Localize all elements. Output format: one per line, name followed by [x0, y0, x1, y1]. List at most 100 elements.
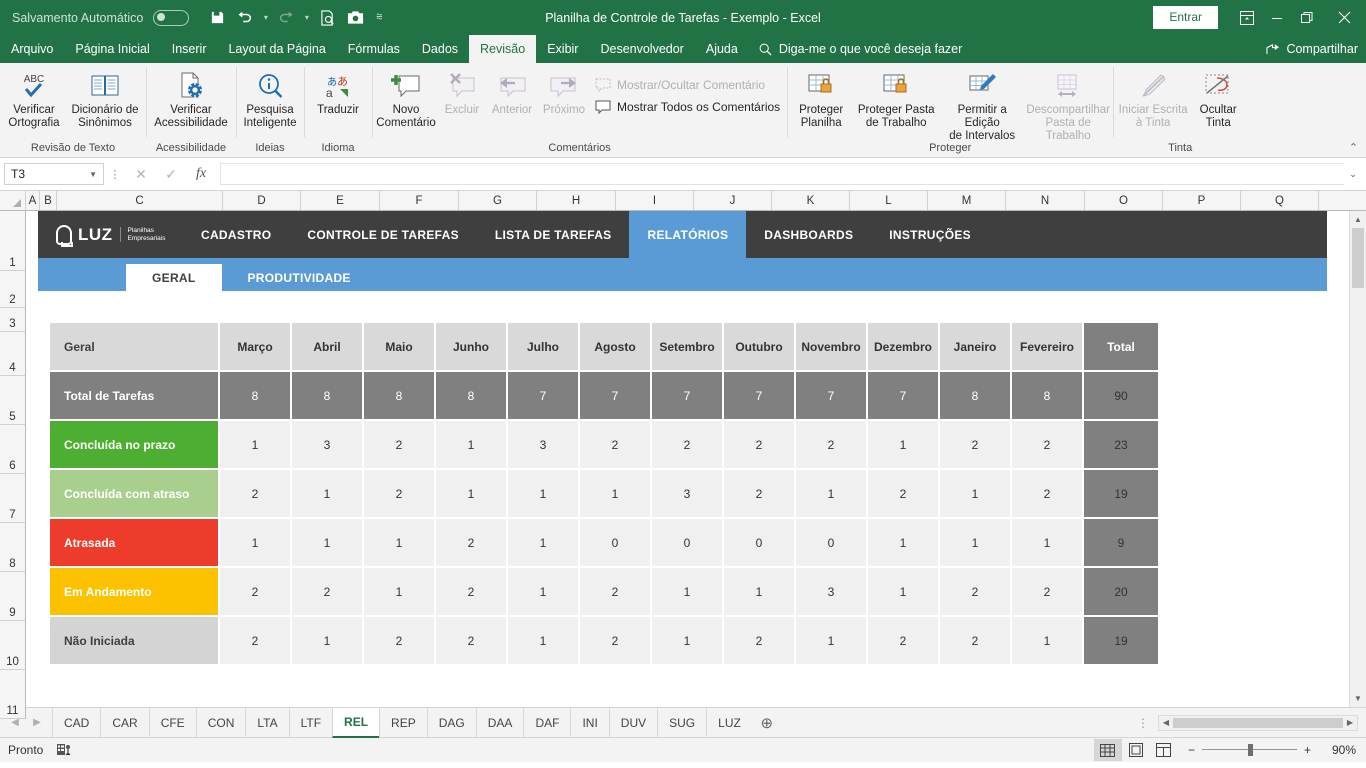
zoom-out-button[interactable]: −: [1188, 743, 1195, 757]
redo-dropdown-icon[interactable]: ▾: [300, 5, 313, 31]
nav-item-lista-de-tarefas[interactable]: LISTA DE TAREFAS: [477, 211, 630, 258]
row-header-3[interactable]: 3: [0, 308, 26, 332]
print-preview-icon[interactable]: [313, 5, 341, 31]
zoom-in-button[interactable]: +: [1304, 743, 1311, 757]
sheet-tab-duv[interactable]: DUV: [608, 707, 657, 738]
restore-icon[interactable]: [1292, 0, 1322, 35]
check-accessibility-button[interactable]: Verificar Acessibilidade: [148, 66, 234, 130]
spell-check-button[interactable]: ABC Verificar Ortografia: [2, 66, 66, 130]
ribbon-tab-arquivo[interactable]: Arquivo: [0, 35, 64, 63]
confirm-formula-icon[interactable]: ✓: [156, 166, 186, 183]
ribbon-tab-inserir[interactable]: Inserir: [161, 35, 218, 63]
show-all-comments-button[interactable]: Mostrar Todos os Comentários: [590, 96, 785, 118]
sub-tab-produtividade[interactable]: PRODUTIVIDADE: [222, 264, 377, 291]
chevron-down-icon[interactable]: ▼: [89, 170, 97, 179]
horizontal-scrollbar[interactable]: ◀ ▶: [1158, 714, 1358, 731]
hscroll-right-icon[interactable]: ▶: [1343, 716, 1357, 730]
column-header-F[interactable]: F: [380, 191, 459, 210]
column-header-H[interactable]: H: [537, 191, 616, 210]
protect-sheet-button[interactable]: Proteger Planilha: [789, 66, 853, 130]
vertical-scroll-thumb[interactable]: [1352, 228, 1364, 288]
row-header-10[interactable]: 10: [0, 621, 26, 670]
column-header-L[interactable]: L: [850, 191, 928, 210]
sheet-tab-ini[interactable]: INI: [570, 707, 608, 738]
ribbon-tab-pagina-inicial[interactable]: Página Inicial: [64, 35, 160, 63]
sheet-tab-rep[interactable]: REP: [379, 707, 427, 738]
column-header-M[interactable]: M: [928, 191, 1006, 210]
column-header-P[interactable]: P: [1163, 191, 1241, 210]
ribbon-tab-layout-da-pagina[interactable]: Layout da Página: [217, 35, 336, 63]
autosave-toggle[interactable]: [153, 9, 190, 26]
allow-edit-ranges-button[interactable]: Permitir a Edição de Intervalos: [939, 66, 1025, 144]
customize-qat-icon[interactable]: ⩬: [369, 5, 389, 31]
sheet-tab-cad[interactable]: CAD: [52, 707, 100, 738]
ribbon-tab-revisao[interactable]: Revisão: [469, 35, 537, 63]
row-header-4[interactable]: 4: [0, 332, 26, 376]
tell-me-search[interactable]: Diga-me o que você deseja fazer: [759, 35, 962, 63]
row-header-8[interactable]: 8: [0, 523, 26, 572]
sheet-tab-lta[interactable]: LTA: [245, 707, 288, 738]
column-header-A[interactable]: A: [26, 191, 40, 210]
row-header-5[interactable]: 5: [0, 376, 26, 425]
sheet-tab-con[interactable]: CON: [195, 707, 246, 738]
expand-formula-bar-icon[interactable]: ⌄: [1344, 169, 1362, 180]
redo-icon[interactable]: [272, 5, 300, 31]
column-header-O[interactable]: O: [1085, 191, 1163, 210]
row-header-6[interactable]: 6: [0, 425, 26, 474]
column-header-J[interactable]: J: [694, 191, 772, 210]
accessibility-status-icon[interactable]: [57, 743, 72, 757]
plus-circle-icon[interactable]: ⊕: [752, 714, 782, 732]
sheet-tab-ltf[interactable]: LTF: [288, 707, 332, 738]
page-break-preview-button[interactable]: [1150, 739, 1178, 761]
smart-lookup-button[interactable]: Pesquisa Inteligente: [238, 66, 302, 130]
page-layout-view-button[interactable]: [1122, 739, 1150, 761]
sheet-tab-daf[interactable]: DAF: [523, 707, 570, 738]
undo-dropdown-icon[interactable]: ▾: [259, 5, 272, 31]
cancel-formula-icon[interactable]: ✕: [126, 166, 156, 183]
formula-input[interactable]: [220, 163, 1344, 185]
row-header-2[interactable]: 2: [0, 271, 26, 308]
row-header-9[interactable]: 9: [0, 572, 26, 621]
column-header-G[interactable]: G: [459, 191, 537, 210]
horizontal-split-handle[interactable]: ⋮: [1129, 716, 1158, 730]
translate-button[interactable]: ぁ あ a Traduzir: [306, 66, 370, 117]
column-header-E[interactable]: E: [301, 191, 380, 210]
zoom-level-label[interactable]: 90%: [1318, 743, 1356, 757]
hscroll-left-icon[interactable]: ◀: [1159, 716, 1173, 730]
name-box[interactable]: T3 ▼: [4, 163, 104, 185]
chevron-up-icon[interactable]: ⌃: [1349, 141, 1358, 154]
ribbon-display-options-icon[interactable]: [1232, 0, 1262, 35]
column-header-Q[interactable]: Q: [1241, 191, 1319, 210]
scroll-down-icon[interactable]: ▼: [1350, 690, 1366, 707]
vertical-scrollbar[interactable]: ▲ ▼: [1349, 211, 1366, 707]
share-button[interactable]: Compartilhar: [1266, 35, 1366, 63]
nav-item-cadastro[interactable]: CADASTRO: [183, 211, 289, 258]
row-header-7[interactable]: 7: [0, 474, 26, 523]
column-header-I[interactable]: I: [616, 191, 694, 210]
column-header-B[interactable]: B: [40, 191, 57, 210]
nav-item-relatorios[interactable]: RELATÓRIOS: [629, 211, 747, 258]
column-header-D[interactable]: D: [223, 191, 301, 210]
column-header-N[interactable]: N: [1006, 191, 1085, 210]
nav-item-controle-de-tarefas[interactable]: CONTROLE DE TAREFAS: [289, 211, 476, 258]
select-all-corner[interactable]: [0, 191, 26, 210]
new-comment-button[interactable]: Novo Comentário: [374, 66, 438, 130]
nav-item-dashboards[interactable]: DASHBOARDS: [746, 211, 871, 258]
sheet-tab-dag[interactable]: DAG: [426, 707, 476, 738]
column-header-K[interactable]: K: [772, 191, 850, 210]
sheet-tab-sug[interactable]: SUG: [657, 707, 706, 738]
insert-function-icon[interactable]: fx: [186, 166, 216, 182]
sign-in-button[interactable]: Entrar: [1153, 5, 1218, 30]
column-header-C[interactable]: C: [57, 191, 223, 210]
save-icon[interactable]: [203, 5, 231, 31]
ribbon-tab-exibir[interactable]: Exibir: [536, 35, 589, 63]
nav-item-instrucoes[interactable]: INSTRUÇÕES: [871, 211, 989, 258]
row-header-11[interactable]: 11: [0, 670, 26, 719]
ribbon-tab-desenvolvedor[interactable]: Desenvolvedor: [589, 35, 694, 63]
chevron-right-icon[interactable]: ▶: [26, 717, 48, 728]
minimize-icon[interactable]: [1262, 0, 1292, 35]
sheet-tab-rel[interactable]: REL: [332, 707, 380, 738]
sheet-tab-luz[interactable]: LUZ: [706, 707, 752, 738]
horizontal-scroll-thumb[interactable]: [1173, 717, 1343, 728]
undo-icon[interactable]: [231, 5, 259, 31]
